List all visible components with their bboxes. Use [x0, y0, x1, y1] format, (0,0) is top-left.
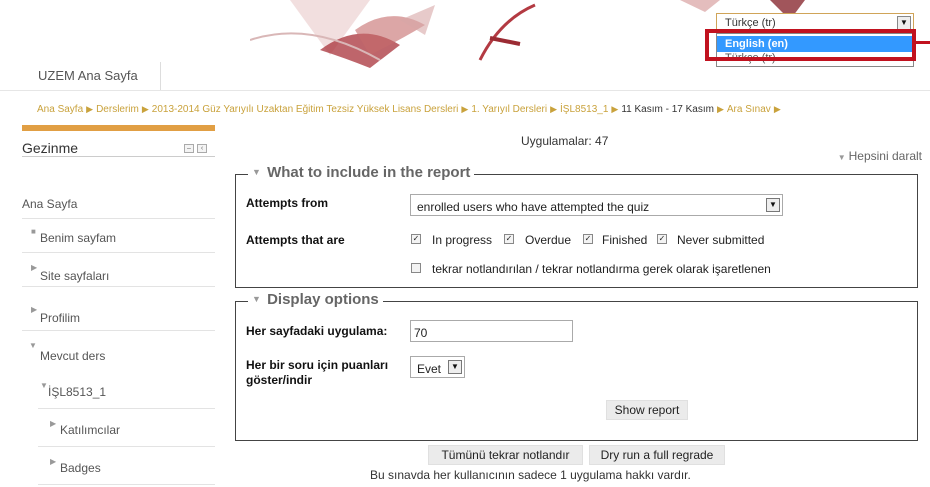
chevron-down-icon[interactable]: ▼ [29, 341, 37, 350]
dock-icon[interactable]: ‹ [197, 144, 207, 153]
breadcrumb-separator-icon: ▶ [141, 104, 149, 114]
bullet-icon: ■ [31, 227, 36, 236]
state-label: Finished [602, 233, 648, 247]
navigation-block: Gezinme – ‹ Ana Sayfa ■ Benim sayfam ▶ S… [22, 125, 215, 487]
annotation-highlight-box [705, 29, 916, 61]
breadcrumb-item[interactable]: Ana Sayfa [37, 104, 83, 115]
state-label: Overdue [525, 233, 572, 247]
sidebar-item-profile[interactable]: ▶ Profilim [22, 295, 215, 331]
page-size-label: Her sayfadaki uygulama: [246, 324, 388, 338]
breadcrumb-separator-icon: ▶ [461, 104, 469, 114]
attempts-from-select[interactable]: enrolled users who have attempted the qu… [410, 194, 783, 216]
state-label: In progress [432, 233, 493, 247]
chevron-right-icon[interactable]: ▶ [31, 263, 37, 272]
dry-run-regrade-button[interactable]: Dry run a full regrade [589, 445, 725, 465]
language-selected-value: Türkçe (tr) [725, 17, 776, 29]
sidebar-item-current-course[interactable]: ▼ Mevcut ders [22, 331, 215, 371]
chevron-down-icon: ▼ [252, 167, 261, 177]
attempts-from-value: enrolled users who have attempted the qu… [417, 200, 650, 214]
include-legend[interactable]: ▼ What to include in the report [248, 164, 475, 181]
show-report-button[interactable]: Show report [606, 400, 688, 420]
sidebar-item-participants[interactable]: ▶ Katılımcılar [38, 409, 215, 447]
chevron-down-icon: ▼ [252, 294, 261, 304]
site-name: UZEM Ana Sayfa [38, 68, 138, 83]
sidebar-item-label: İŞL8513_1 [48, 385, 107, 399]
sidebar-item-label: Benim sayfam [40, 231, 117, 245]
annotation-pointer [916, 41, 930, 44]
attempts-count: Uygulamalar: 47 [521, 134, 609, 148]
breadcrumb-separator-icon: ▶ [550, 104, 558, 114]
breadcrumb: Ana Sayfa ▶ Derslerim ▶ 2013-2014 Güz Yarıyı… [37, 104, 784, 115]
breadcrumb-separator-icon: ▶ [716, 104, 724, 114]
display-fieldset: ▼ Display options Her sayfadaki uygulama… [235, 291, 918, 441]
regrade-checkbox[interactable] [411, 263, 421, 273]
breadcrumb-item[interactable]: 1. Yarıyıl Dersleri [471, 104, 547, 115]
attempts-from-label: Attempts from [246, 196, 329, 210]
state-checkbox-in-progress[interactable]: ✓ [411, 234, 421, 244]
chevron-right-icon[interactable]: ▶ [31, 305, 37, 314]
marks-label-line2: göster/indir [246, 373, 313, 387]
chevron-down-icon: ▼ [837, 153, 846, 162]
state-checkbox-finished[interactable]: ✓ [583, 234, 593, 244]
state-checkbox-never-submitted[interactable]: ✓ [657, 234, 667, 244]
chevron-right-icon[interactable]: ▶ [50, 419, 56, 428]
chevron-down-icon[interactable]: ▼ [40, 381, 48, 390]
collapse-all-link[interactable]: ▼ Hepsini daralt [838, 149, 922, 163]
block-title: Gezinme [22, 140, 79, 156]
breadcrumb-item[interactable]: İŞL8513_1 [560, 104, 608, 115]
display-legend-label: Display options [267, 291, 379, 308]
sidebar-item-label: Mevcut ders [40, 349, 106, 363]
regrade-all-button[interactable]: Tümünü tekrar notlandır [428, 445, 583, 465]
sidebar-item-course[interactable]: ▼ İŞL8513_1 [38, 371, 215, 409]
breadcrumb-item[interactable]: Derslerim [96, 104, 139, 115]
include-fieldset: ▼ What to include in the report Attempts… [235, 164, 918, 288]
minimize-icon[interactable]: – [184, 144, 194, 153]
regrade-label: tekrar notlandırılan / tekrar notlandırm… [432, 262, 771, 276]
sidebar-item-label: Katılımcılar [60, 423, 121, 437]
chevron-down-icon[interactable]: ▼ [897, 16, 911, 30]
marks-select[interactable]: Evet ▼ [410, 356, 465, 378]
main-content: Uygulamalar: 47 ▼ Hepsini daralt ▼ What t… [235, 125, 930, 487]
sidebar-item-label: Profilim [40, 311, 81, 325]
header-divider [0, 90, 930, 91]
state-label: Never submitted [677, 233, 765, 247]
state-checkbox-overdue[interactable]: ✓ [504, 234, 514, 244]
page-size-value: 70 [414, 326, 428, 340]
block-controls: – ‹ [184, 144, 207, 153]
sidebar-item-label: Ana Sayfa [22, 197, 78, 211]
chevron-down-icon[interactable]: ▼ [766, 198, 780, 212]
marks-label: Her bir soru için puanları [246, 358, 389, 372]
chevron-down-icon[interactable]: ▼ [448, 360, 462, 374]
breadcrumb-separator-icon: ▶ [86, 104, 94, 114]
site-home-tab[interactable]: UZEM Ana Sayfa [22, 62, 161, 90]
marks-value: Evet [417, 362, 442, 376]
page-size-input[interactable]: 70 [410, 320, 573, 342]
include-legend-label: What to include in the report [267, 164, 471, 181]
sidebar-item-my-page[interactable]: ■ Benim sayfam [22, 219, 215, 253]
sidebar-item-badges[interactable]: ▶ Badges [38, 447, 215, 485]
breadcrumb-item[interactable]: 2013-2014 Güz Yarıyılı Uzaktan Eğitim Te… [152, 104, 459, 115]
attempts-that-are-label: Attempts that are [246, 233, 345, 247]
display-legend[interactable]: ▼ Display options [248, 291, 383, 308]
sidebar-item-label: Badges [60, 461, 101, 475]
block-header: Gezinme – ‹ [22, 131, 215, 157]
chevron-right-icon[interactable]: ▶ [50, 457, 56, 466]
sidebar-item-home[interactable]: Ana Sayfa [22, 185, 215, 219]
attempts-allowed-note: Bu sınavda her kullanıcının sadece 1 uyg… [370, 468, 691, 482]
collapse-all-label: Hepsini daralt [848, 149, 922, 163]
sidebar-item-label: Site sayfaları [40, 269, 110, 283]
breadcrumb-item[interactable]: Ara Sınav [727, 104, 771, 115]
sidebar-item-site-pages[interactable]: ▶ Site sayfaları [22, 253, 215, 287]
breadcrumb-item[interactable]: 11 Kasım - 17 Kasım [621, 104, 714, 115]
breadcrumb-separator-icon: ▶ [611, 104, 619, 114]
breadcrumb-separator-icon: ▶ [773, 104, 781, 114]
